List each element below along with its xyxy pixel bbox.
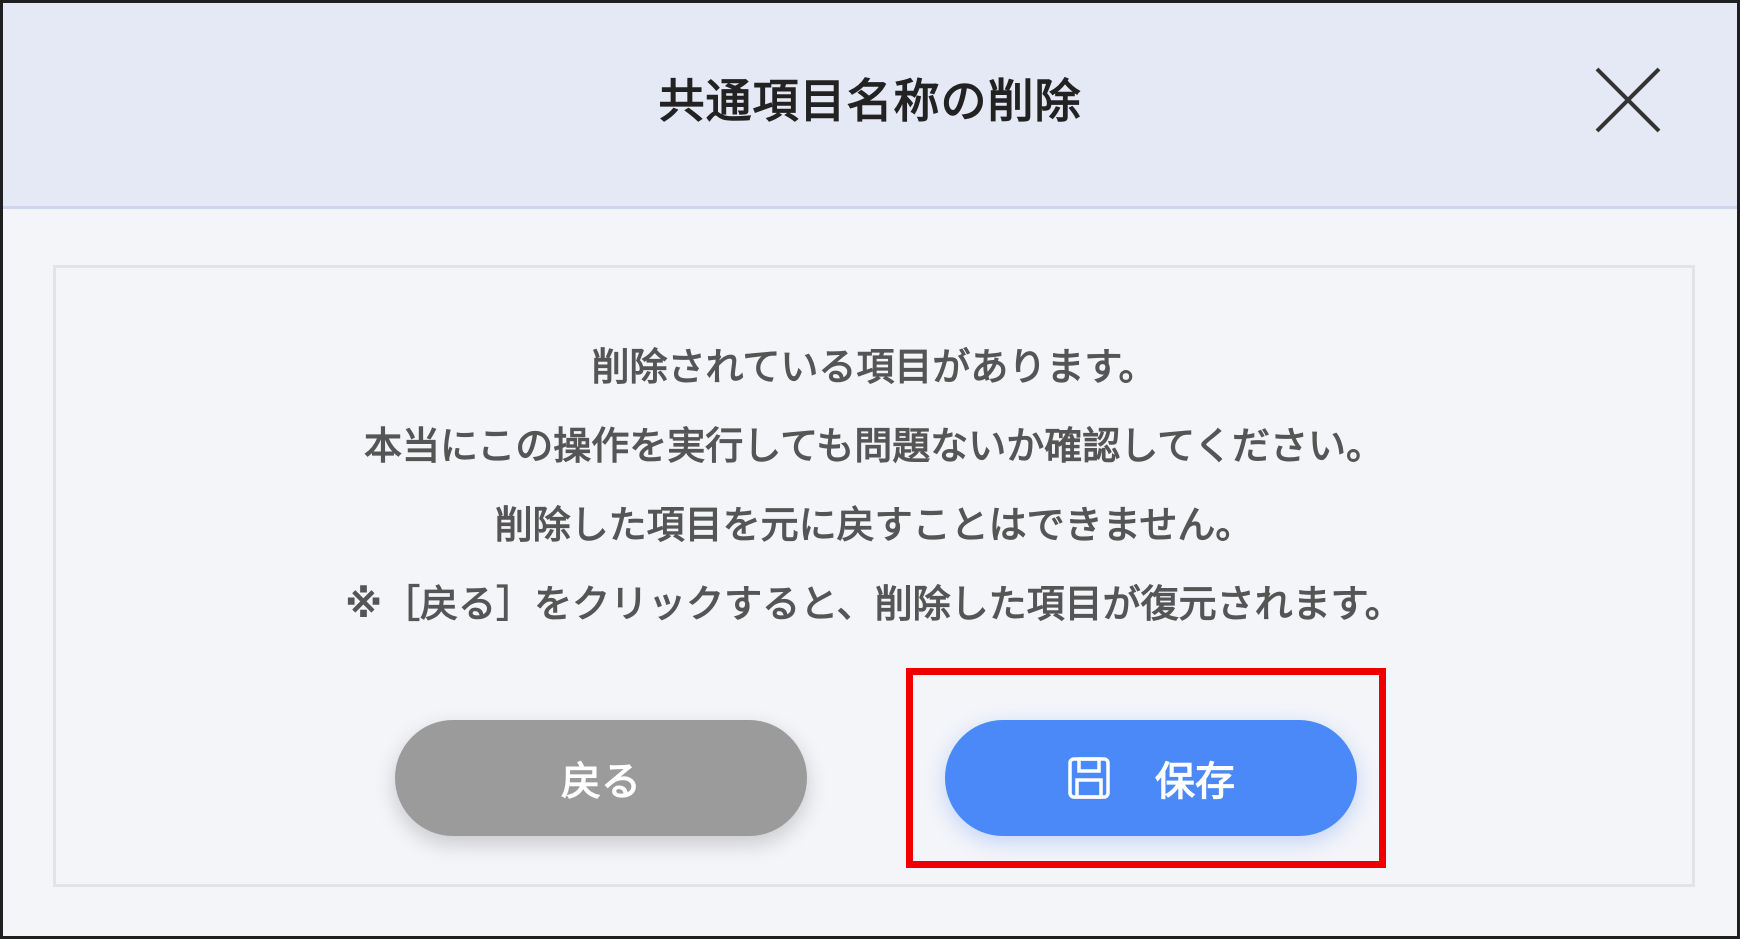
dialog-header: 共通項目名称の削除: [3, 3, 1737, 209]
message-line: 本当にこの操作を実行しても問題ないか確認してください。: [364, 424, 1384, 468]
message-panel: 削除されている項目があります。 本当にこの操作を実行しても問題ないか確認してくだ…: [53, 265, 1695, 887]
dialog-title: 共通項目名称の削除: [658, 74, 1082, 128]
message-line: 削除した項目を元に戻すことはできません。: [494, 503, 1254, 547]
message-line: 削除されている項目があります。: [591, 345, 1157, 389]
save-button[interactable]: 保存: [945, 720, 1357, 836]
save-button-label: 保存: [1155, 759, 1235, 805]
message-list: 削除されている項目があります。 本当にこの操作を実行しても問題ないか確認してくだ…: [56, 328, 1692, 644]
delete-common-item-dialog: 共通項目名称の削除 削除されている項目があります。 本当にこの操作を実行しても問…: [0, 0, 1740, 939]
back-button[interactable]: 戻る: [395, 720, 807, 836]
message-line: ※［戻る］をクリックすると、削除した項目が復元されます。: [345, 582, 1403, 626]
back-button-label: 戻る: [561, 759, 641, 805]
floppy-disk-icon: [1068, 757, 1110, 799]
close-button[interactable]: [1593, 65, 1663, 135]
close-icon: [1595, 67, 1661, 133]
